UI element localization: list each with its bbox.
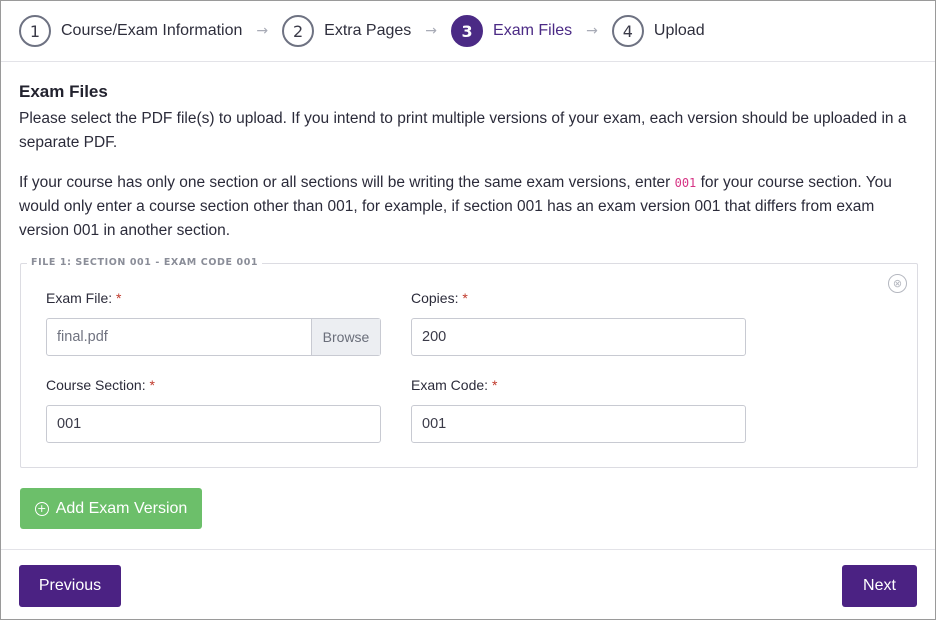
instructions-text: If your course has only one section or a… [19,174,675,191]
next-button[interactable]: Next [842,565,917,607]
label-text: Exam Code: [411,377,489,393]
instructions-paragraph: Please select the PDF file(s) to upload.… [19,110,907,151]
course-section-field: Course Section: * 001 [46,377,381,443]
course-section-label: Course Section: * [46,377,381,395]
step-course-exam-info[interactable]: 1 Course/Exam Information [19,15,242,47]
arrow-right-icon: → [425,23,438,39]
browse-button[interactable]: Browse [311,319,380,355]
add-exam-version-button[interactable]: + Add Exam Version [20,488,202,529]
step-extra-pages[interactable]: 2 Extra Pages [282,15,411,47]
step-label: Extra Pages [324,22,412,39]
exam-code-input[interactable]: 001 [411,405,746,443]
remove-file-icon[interactable]: ⊗ [888,274,907,293]
required-mark: * [462,290,468,306]
step-upload[interactable]: 4 Upload [611,15,705,47]
copies-field: Copies: * 200 [411,290,746,356]
exam-file-input[interactable]: final.pdf Browse [46,318,381,356]
course-section-input[interactable]: 001 [46,405,381,443]
required-mark: * [149,377,155,393]
required-mark: * [116,290,122,306]
exam-files-intro: Exam Files Please select the PDF file(s)… [19,81,919,243]
section-instructions-paragraph: If your course has only one section or a… [19,171,919,243]
step-exam-files[interactable]: 3 Exam Files [451,15,572,47]
step-label: Upload [653,22,705,39]
wizard-footer: Previous Next [1,549,935,619]
add-exam-version-label: Add Exam Version [55,499,188,517]
exam-code-field: Exam Code: * 001 [411,377,746,443]
file-entry-fieldset: FILE 1: SECTION 001 - EXAM CODE 001 ⊗ Ex… [20,257,918,468]
step-number: 1 [19,15,51,47]
step-number: 3 [451,15,484,47]
exam-code-label: Exam Code: * [411,377,746,395]
exam-file-label: Exam File: * [46,290,381,308]
step-number: 2 [282,15,315,47]
required-mark: * [491,377,498,393]
copies-input[interactable]: 200 [411,318,746,356]
wizard-window: 1 Course/Exam Information → 2 Extra Page… [0,0,936,620]
step-label: Exam Files [493,22,573,39]
label-text: Course Section: [46,377,146,393]
label-text: Copies: [411,290,459,306]
arrow-right-icon: → [256,23,269,39]
label-text: Exam File: [46,290,113,306]
inline-code-section: 001 [674,176,697,190]
copies-label: Copies: * [411,290,746,308]
arrow-right-icon: → [586,23,598,39]
step-number: 4 [611,15,644,47]
plus-circle-icon: + [34,501,49,516]
file-name-value: final.pdf [57,329,108,345]
exam-file-field: Exam File: * final.pdf Browse [46,290,381,356]
stepper: 1 Course/Exam Information → 2 Extra Page… [1,1,935,62]
file-entry-legend: FILE 1: SECTION 001 - EXAM CODE 001 [27,257,263,268]
step-label: Course/Exam Information [61,22,243,39]
previous-button[interactable]: Previous [19,565,121,607]
page-title: Exam Files [19,82,108,101]
